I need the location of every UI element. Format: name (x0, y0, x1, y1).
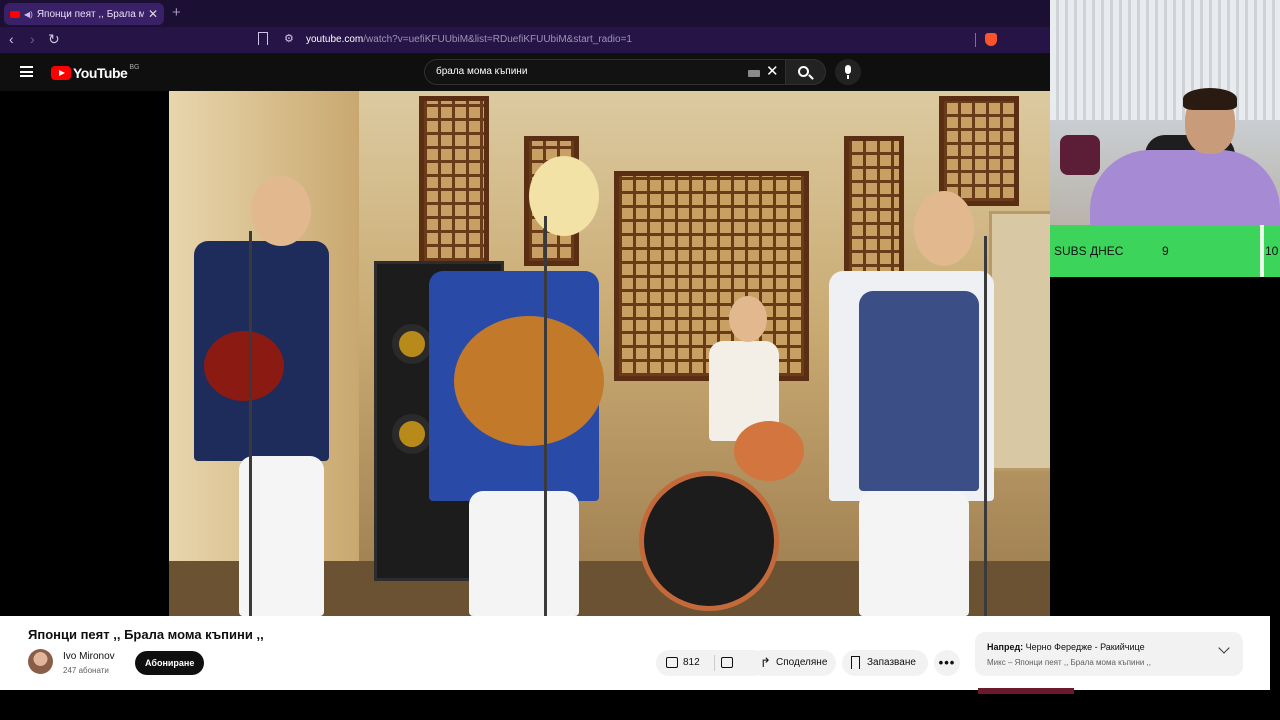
subs-goal-marker (1260, 225, 1264, 277)
forward-icon[interactable]: › (30, 31, 35, 47)
keyboard-icon[interactable] (748, 70, 760, 77)
speaker-icon[interactable]: ◀) (24, 10, 33, 19)
channel-name[interactable]: Ivo Mironov (63, 651, 115, 662)
like-icon[interactable] (666, 657, 678, 668)
tom-drum (734, 421, 804, 481)
site-info-icon[interactable]: ⚙ (284, 32, 294, 45)
share-icon: ↱ (760, 655, 771, 670)
browser-tab-strip: ◀) Японци пеят ,, Брала мома к ✕ + (0, 0, 1050, 27)
subscriber-count: 247 абонати (63, 666, 109, 675)
up-next-card[interactable]: Напред: Черно Фередже - Ракийчице Микс –… (975, 632, 1243, 676)
sofa (1060, 135, 1100, 175)
amp-speaker (392, 324, 432, 364)
streamer-body (1090, 150, 1280, 225)
curtain (1050, 0, 1280, 120)
mic-stand (249, 231, 252, 616)
chevron-down-icon[interactable] (1218, 642, 1230, 654)
screen: ◀) Японци пеят ,, Брала мома к ✕ + ‹ › ↻… (0, 0, 1280, 720)
subs-goal: 10 (1265, 244, 1279, 258)
bottom-strip (0, 690, 1280, 720)
voice-search-button[interactable] (835, 59, 861, 85)
youtube-play-icon (51, 66, 71, 80)
share-label: Споделяне (776, 657, 828, 668)
amp-speaker (392, 414, 432, 454)
more-actions-button[interactable]: ••• (934, 650, 960, 676)
channel-avatar[interactable] (28, 649, 53, 674)
mic-stand (984, 236, 987, 616)
youtube-header: YouTube BG брала мома къпини ✕ (0, 53, 1050, 91)
up-next-subtitle: Микс – Японци пеят ,, Брала мома къпини … (987, 658, 1151, 667)
clarinetist-legs (859, 491, 969, 616)
url-host: youtube.com (306, 34, 364, 45)
video-frame (169, 91, 1103, 616)
subs-count: 9 (1162, 244, 1169, 258)
lattice-panel (939, 96, 1019, 206)
youtube-logo[interactable]: YouTube BG (51, 63, 140, 81)
reload-icon[interactable]: ↻ (48, 31, 60, 48)
overlay-background (1050, 277, 1280, 616)
bass-drum (639, 471, 779, 611)
address-bar: ‹ › ↻ ⚙ youtube.com/watch?v=uefiKFUUbiM&… (0, 27, 1050, 53)
up-next-prefix: Напред: (987, 642, 1024, 652)
save-label: Запазване (867, 657, 916, 668)
subs-label: SUBS ДНЕС (1054, 244, 1124, 258)
up-next-title: Черно Фередже - Ракийчице (1025, 642, 1145, 652)
brave-shield-icon[interactable] (985, 33, 997, 46)
video-title: Японци пеят ,, Брала мома къпини ,, (28, 627, 264, 642)
streamer-hair (1183, 88, 1237, 110)
lattice-panel (419, 96, 489, 266)
webcam-overlay (1050, 0, 1280, 225)
subscribe-button[interactable]: Абониране (135, 651, 205, 675)
drummer-head (729, 296, 767, 342)
bookmark-icon[interactable] (258, 32, 268, 45)
like-divider (714, 655, 715, 671)
search-query: брала мома къпини (436, 66, 528, 77)
clarinetist-head (914, 191, 974, 266)
close-tab-icon[interactable]: ✕ (148, 7, 158, 21)
search-icon (798, 66, 809, 77)
up-next-line: Напред: Черно Фередже - Ракийчице (987, 642, 1145, 652)
save-button[interactable]: Запазване (842, 650, 928, 676)
subs-goal-bar: SUBS ДНЕС 9 10 (1050, 225, 1280, 277)
guitarist-legs (469, 491, 579, 616)
clarinetist-vest (859, 291, 979, 491)
search-input[interactable]: брала мома къпини ✕ (424, 59, 786, 85)
video-info-bar: Японци пеят ,, Брала мома къпини ,, Ivo … (0, 616, 1270, 690)
new-tab-button[interactable]: + (172, 4, 181, 21)
url-path: /watch?v=uefiKFUUbiM&list=RDuefiKFUUbiM&… (363, 34, 632, 45)
youtube-favicon-icon (10, 10, 20, 18)
next-video-thumbnail-edge[interactable] (978, 688, 1074, 694)
tab-title: Японци пеят ,, Брала мома к (36, 8, 144, 20)
clear-search-icon[interactable]: ✕ (766, 62, 779, 80)
like-count[interactable]: 812 (683, 650, 700, 676)
bassist-head (251, 176, 311, 246)
country-code: BG (129, 63, 140, 71)
save-icon (851, 656, 860, 669)
bass-guitar (204, 331, 284, 401)
guitarist-head (529, 156, 599, 236)
search-button[interactable] (786, 59, 826, 85)
back-icon[interactable]: ‹ (9, 31, 14, 47)
dislike-icon[interactable] (721, 657, 733, 668)
url-field[interactable]: youtube.com/watch?v=uefiKFUUbiM&list=RDu… (306, 34, 632, 45)
mic-stand (544, 216, 547, 616)
lattice-panel (844, 136, 904, 286)
acoustic-guitar (454, 316, 604, 446)
address-divider (975, 33, 976, 47)
menu-icon[interactable] (20, 66, 33, 77)
youtube-wordmark: YouTube (73, 65, 128, 81)
browser-tab[interactable]: ◀) Японци пеят ,, Брала мома к ✕ (4, 3, 164, 25)
share-button[interactable]: ↱ Споделяне (750, 650, 836, 676)
